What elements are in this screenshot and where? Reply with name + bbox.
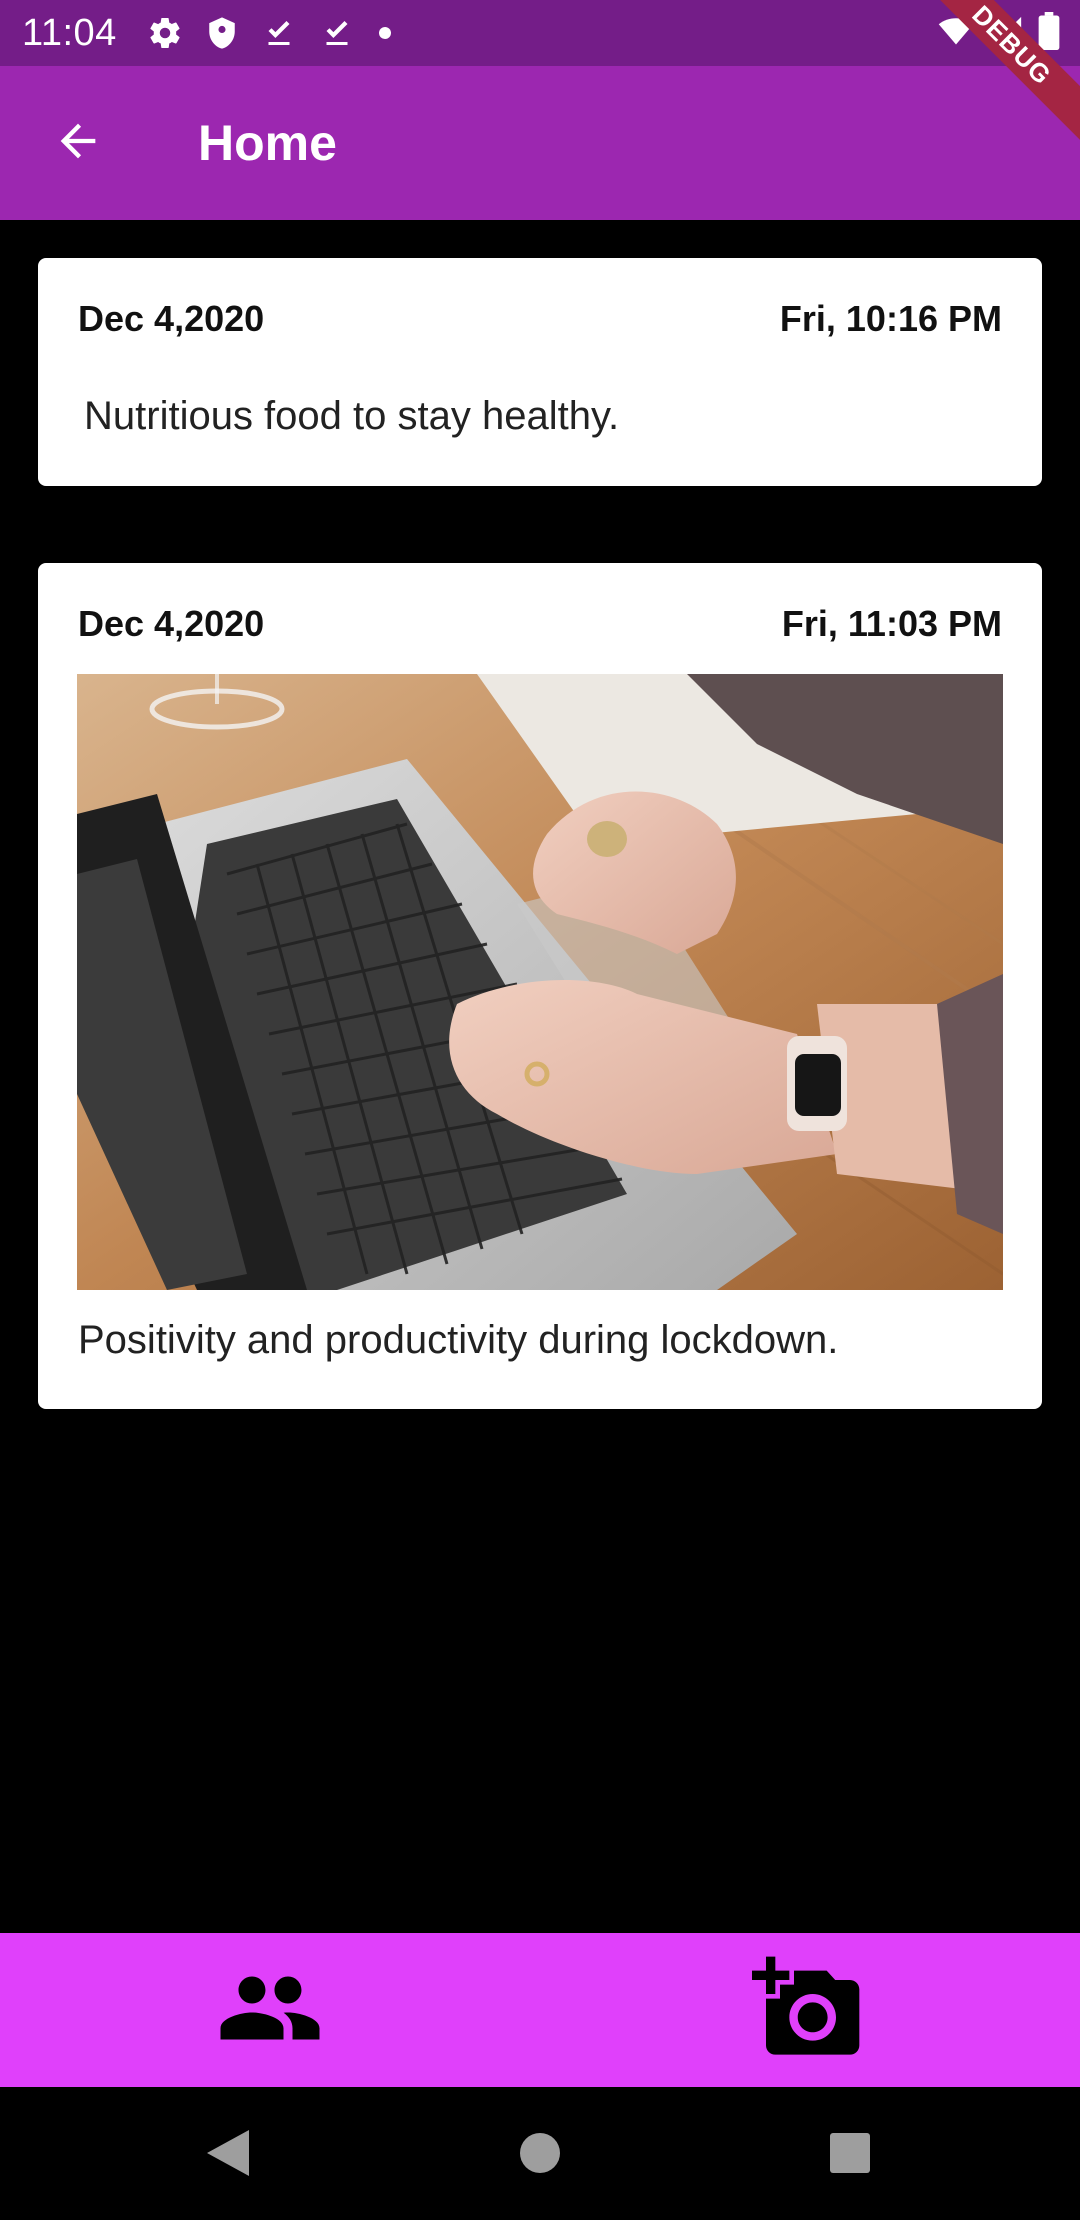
page-title: Home [198, 115, 337, 171]
post-text: Nutritious food to stay healthy. [84, 394, 620, 438]
home-circle-icon [518, 2131, 562, 2180]
system-recents-button[interactable] [810, 2115, 890, 2195]
status-bar: 11:04 [0, 0, 1080, 66]
system-home-button[interactable] [500, 2115, 580, 2195]
add-photo-button[interactable] [745, 1933, 870, 2087]
post-image[interactable] [77, 674, 1003, 1290]
post-text: Positivity and productivity during lockd… [78, 1318, 839, 1362]
back-button[interactable] [38, 103, 118, 183]
post-card[interactable]: Dec 4,2020 Fri, 11:03 PM Positivity and … [38, 563, 1042, 1409]
add-a-photo-icon [751, 1952, 864, 2069]
people-button[interactable] [210, 1933, 330, 2087]
post-time: Fri, 11:03 PM [781, 603, 1002, 644]
shield-icon [205, 15, 239, 51]
download-done-icon [319, 15, 355, 51]
download-done-icon [261, 15, 297, 51]
post-header: Dec 4,2020 Fri, 11:03 PM [78, 603, 1002, 645]
status-time: 11:04 [22, 11, 117, 54]
post-header: Dec 4,2020 Fri, 10:16 PM [78, 298, 1002, 340]
status-notification-icons [147, 15, 393, 51]
people-icon [216, 1954, 324, 2067]
system-navigation-bar [0, 2087, 1080, 2220]
gear-icon [147, 15, 183, 51]
post-time: Fri, 10:16 PM [779, 298, 1002, 339]
dot-icon [377, 25, 393, 41]
back-triangle-icon [205, 2128, 251, 2183]
app-bar: Home [0, 66, 1080, 220]
arrow-back-icon [52, 115, 104, 172]
bottom-navigation [0, 1933, 1080, 2087]
post-date: Dec 4,2020 [78, 298, 265, 339]
post-date: Dec 4,2020 [78, 603, 265, 644]
recents-square-icon [828, 2131, 872, 2180]
system-back-button[interactable] [188, 2115, 268, 2195]
post-card[interactable]: Dec 4,2020 Fri, 10:16 PM Nutritious food… [38, 258, 1042, 486]
